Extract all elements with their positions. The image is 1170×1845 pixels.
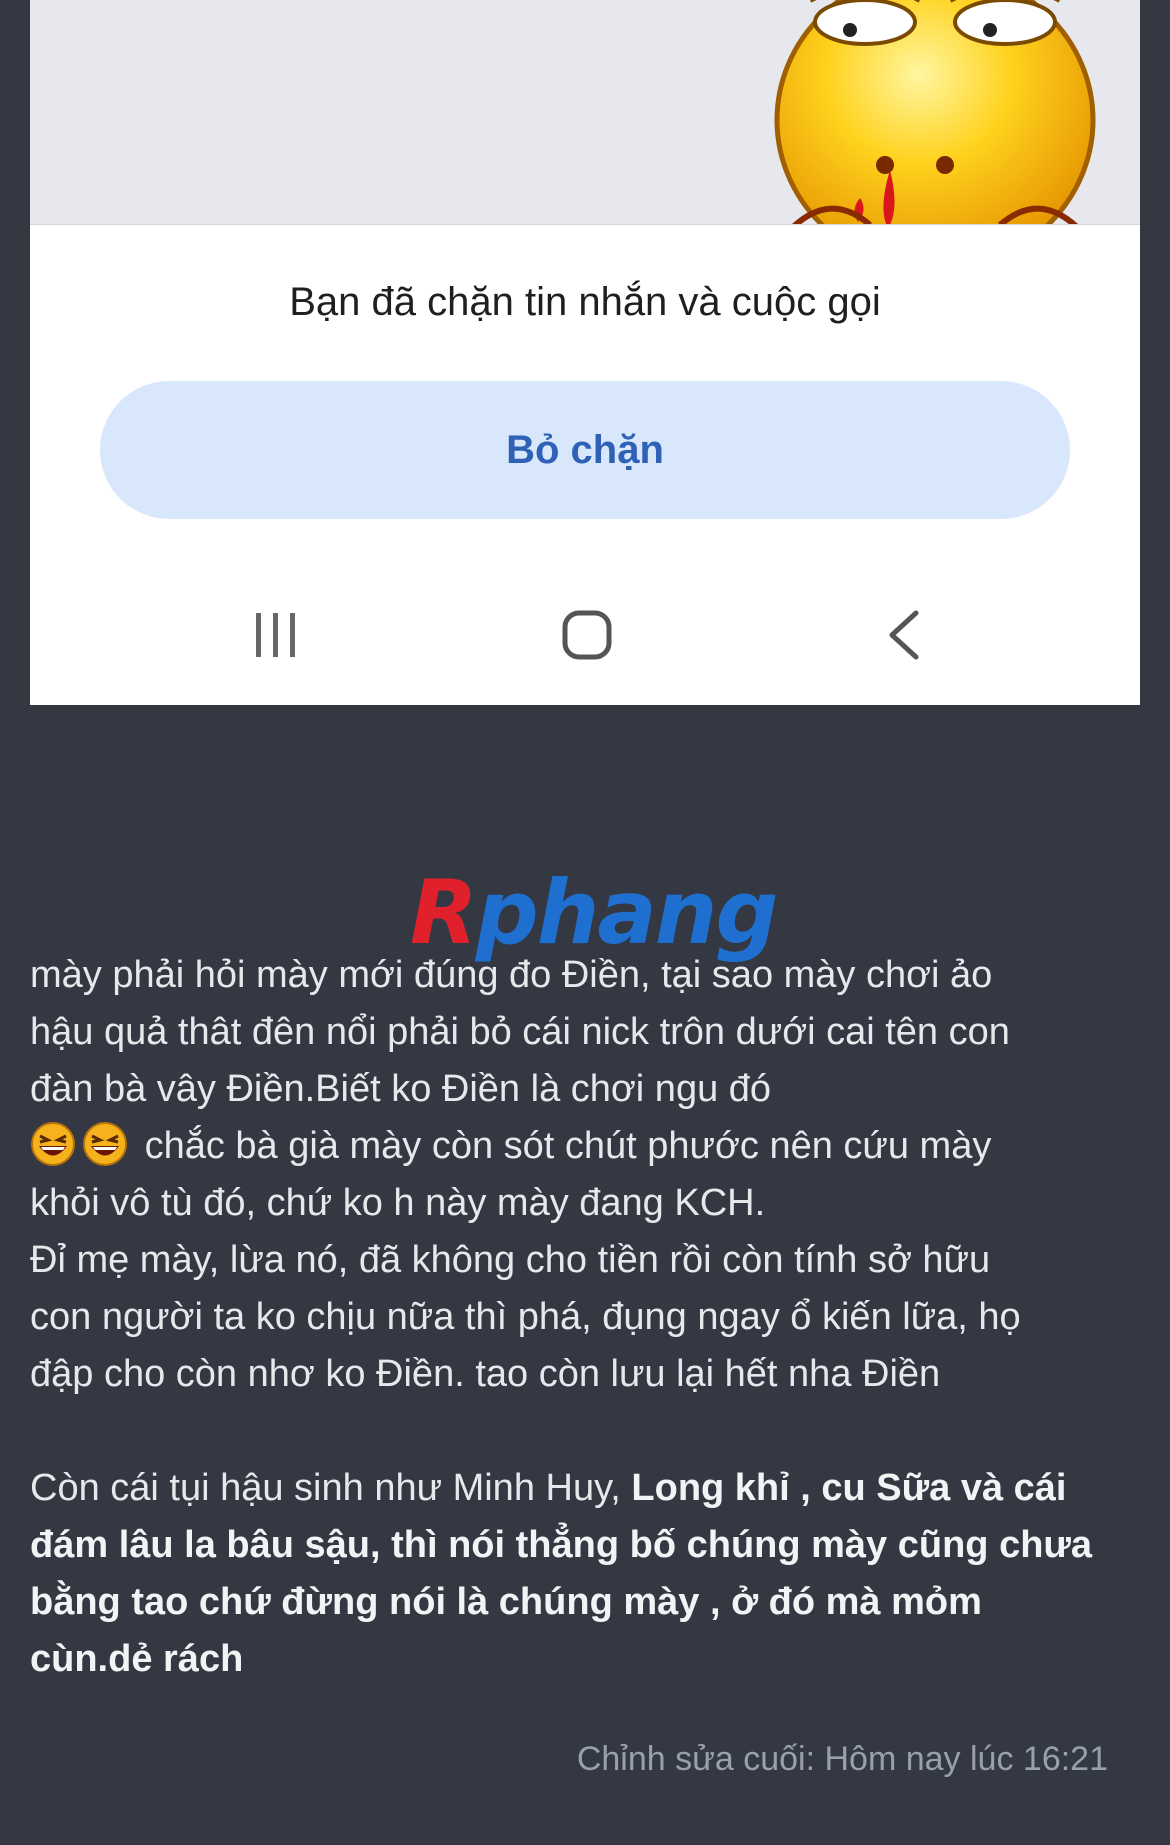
laughing-emoji-icon	[31, 1122, 75, 1166]
blocked-message: Bạn đã chặn tin nhắn và cuộc gọi	[289, 280, 881, 324]
post-text: chắc bà già mày còn sót chút phước nên c…	[144, 1125, 992, 1167]
post-bold-text: đám lâu la bâu sậu, thì nói thẳng bố chú…	[30, 1524, 1093, 1566]
post-line: chắc bà già mày còn sót chút phước nên c…	[30, 1118, 1140, 1175]
post-bold-text: cùn.dẻ rách	[30, 1638, 244, 1680]
post-line: Còn cái tụi hậu sinh như Minh Huy, Long …	[30, 1460, 1140, 1517]
post-bold-text: bằng tao chứ đừng nói là chúng mày , ở đ…	[30, 1581, 982, 1623]
laughing-emoji-icon	[83, 1122, 127, 1166]
post-line: mày phải hỏi mày mới đúng đo Điền, tại s…	[30, 954, 993, 996]
post-line: khỏi vô tù đó, chứ ko h này mày đang KCH…	[30, 1182, 766, 1224]
post-line: cùn.dẻ rách	[30, 1631, 1140, 1688]
post-line: đập cho còn nhơ ko Điền. tao còn lưu lại…	[30, 1353, 941, 1395]
post-line: đàn bà vây Điền.Biết ko Điền là chơi ngu…	[30, 1068, 772, 1110]
chat-background	[30, 0, 1140, 225]
post-line: bằng tao chứ đừng nói là chúng mày , ở đ…	[30, 1574, 1140, 1631]
blocked-conversation-screenshot: Bạn đã chặn tin nhắn và cuộc gọi Bỏ chặn	[30, 0, 1140, 705]
post-line: Đỉ mẹ mày, lừa nó, đã không cho tiền rồi…	[30, 1239, 991, 1281]
recents-icon[interactable]	[250, 605, 302, 665]
post-text: Còn cái tụi hậu sinh như Minh Huy,	[30, 1467, 632, 1509]
post-line: đám lâu la bâu sậu, thì nói thẳng bố chú…	[30, 1517, 1140, 1574]
post-body: mày phải hỏi mày mới đúng đo Điền, tại s…	[30, 947, 1140, 1688]
unblock-button[interactable]: Bỏ chặn	[100, 381, 1070, 519]
home-icon[interactable]	[560, 605, 614, 665]
last-edited-note: Chỉnh sửa cuối: Hôm nay lúc 16:21	[576, 1740, 1108, 1778]
site-watermark-logo: Rphang	[410, 868, 778, 958]
post-bold-text: Long khỉ , cu Sữa và cái	[631, 1467, 1067, 1509]
post-line: hậu quả thât đên nổi phải bỏ cái nick tr…	[30, 1011, 1010, 1053]
back-icon[interactable]	[880, 605, 930, 665]
post-line: con người ta ko chịu nữa thì phá, đụng n…	[30, 1296, 1021, 1338]
shocked-emoji-sticker	[774, 0, 1096, 224]
